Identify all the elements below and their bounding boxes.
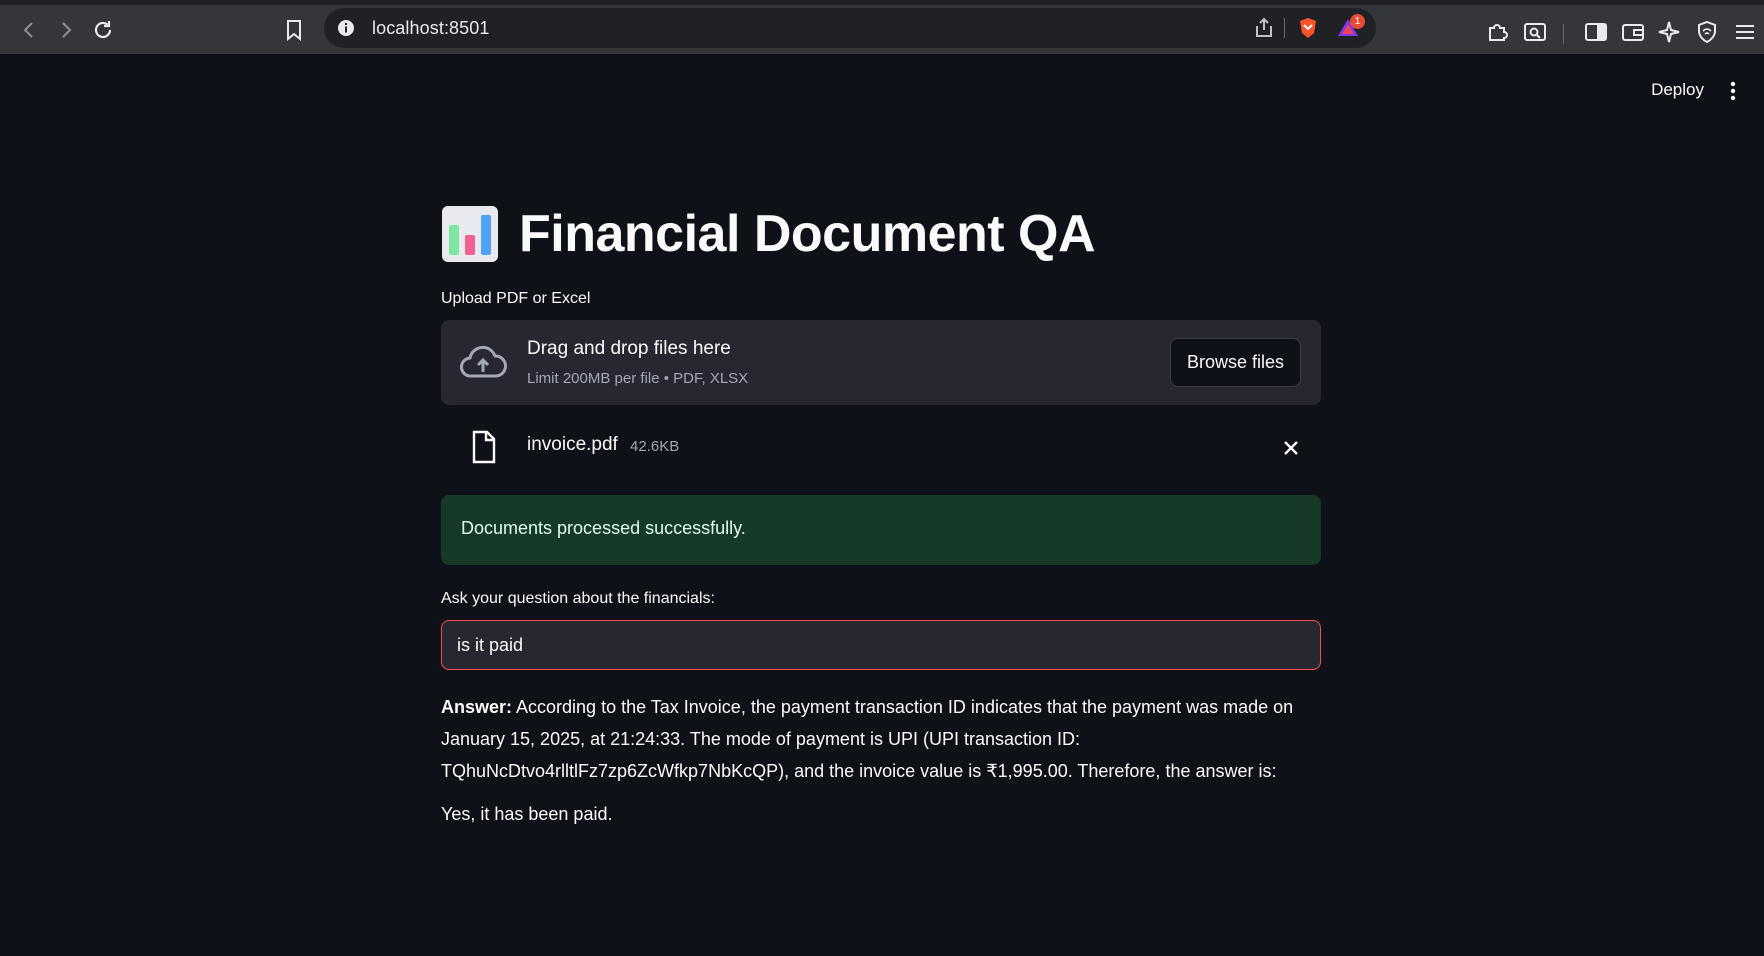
rewards-badge: 1 xyxy=(1350,14,1365,29)
address-bar[interactable]: localhost:8501 1 xyxy=(324,8,1376,48)
answer-body: According to the Tax Invoice, the paymen… xyxy=(441,697,1294,781)
uploaded-file-name: invoice.pdf xyxy=(527,434,618,455)
answer-text: Answer: According to the Tax Invoice, th… xyxy=(441,691,1321,787)
reload-icon xyxy=(94,21,112,39)
share-icon[interactable] xyxy=(1252,16,1276,40)
title-row: Financial Document QA xyxy=(441,199,1096,269)
menu-icon[interactable] xyxy=(1732,19,1758,45)
wallet-icon[interactable] xyxy=(1620,19,1646,45)
success-message: Documents processed successfully. xyxy=(461,518,746,538)
uploaded-file-row: invoice.pdf 42.6KB xyxy=(441,424,1321,474)
success-alert: Documents processed successfully. xyxy=(441,495,1321,565)
question-input[interactable] xyxy=(441,620,1321,670)
uploaded-file-size: 42.6KB xyxy=(630,438,680,455)
leo-ai-icon[interactable] xyxy=(1657,19,1683,45)
browse-files-button[interactable]: Browse files xyxy=(1170,338,1301,387)
upload-label: Upload PDF or Excel xyxy=(441,290,591,307)
cloud-upload-icon xyxy=(460,345,507,378)
answer-conclusion: Yes, it has been paid. xyxy=(441,804,613,824)
main-menu-kebab-icon[interactable] xyxy=(1730,80,1736,102)
reload-button[interactable] xyxy=(88,15,118,45)
deploy-button[interactable]: Deploy xyxy=(1651,80,1704,100)
browser-toolbar: localhost:8501 1 xyxy=(0,0,1764,54)
page-title: Financial Document QA xyxy=(519,205,1096,263)
bookmark-button[interactable] xyxy=(279,15,309,45)
sidebar-toggle-icon[interactable] xyxy=(1583,19,1609,45)
toolbar-divider xyxy=(1563,24,1564,44)
remove-file-close-icon[interactable] xyxy=(1279,436,1303,460)
dropzone-limit: Limit 200MB per file • PDF, XLSX xyxy=(527,370,749,387)
answer-prefix: Answer: xyxy=(441,697,513,717)
dropzone-instruction: Drag and drop files here xyxy=(527,338,731,359)
url-text[interactable]: localhost:8501 xyxy=(372,18,490,39)
file-icon xyxy=(472,430,496,464)
extensions-icon[interactable] xyxy=(1485,19,1511,45)
back-arrow-icon xyxy=(23,22,33,38)
forward-button[interactable] xyxy=(51,15,81,45)
question-label: Ask your question about the financials: xyxy=(441,590,715,607)
page-search-icon[interactable] xyxy=(1522,19,1548,45)
address-divider xyxy=(1284,18,1285,38)
file-dropzone[interactable]: Drag and drop files here Limit 200MB per… xyxy=(441,320,1321,405)
bookmark-icon xyxy=(287,20,301,41)
back-button[interactable] xyxy=(14,15,44,45)
forward-arrow-icon xyxy=(62,22,72,38)
site-info-icon[interactable] xyxy=(336,18,356,38)
bar-chart-emoji-icon xyxy=(442,206,498,262)
brave-shield-icon[interactable] xyxy=(1296,16,1320,40)
vpn-shield-icon[interactable] xyxy=(1694,19,1720,45)
app-container: Deploy Financial Document QA Upload PDF … xyxy=(0,54,1764,956)
